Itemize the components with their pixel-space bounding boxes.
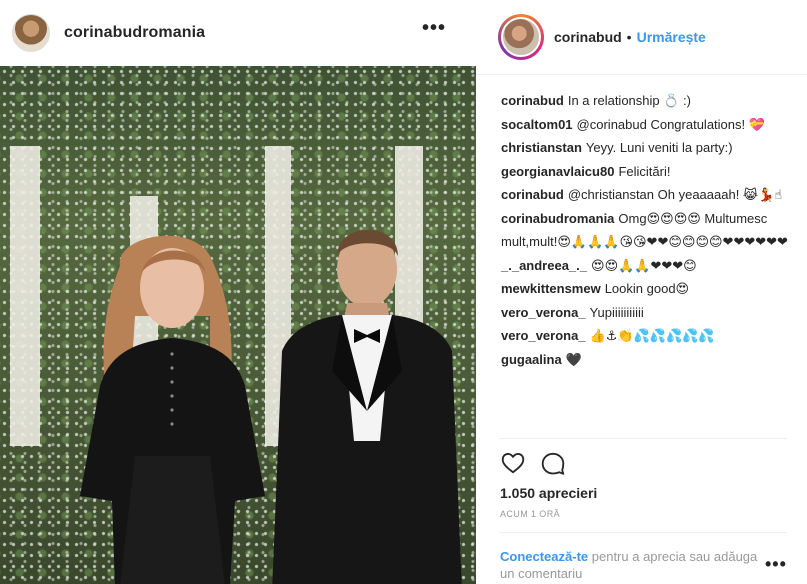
separator-dot: • [626, 29, 632, 45]
comment: gugaalina 🖤 [501, 348, 791, 372]
section-divider [499, 438, 787, 439]
comment-username[interactable]: christianstan [501, 140, 582, 155]
comment-text: Yeyy. Luni veniti la party:) [585, 140, 733, 155]
comment-text: @corinabud Congratulations! 💝 [576, 116, 765, 132]
heart-outline-icon[interactable] [500, 450, 526, 476]
woman-figure [80, 235, 265, 584]
login-prompt: Conectează-te pentru a aprecia sau adăug… [500, 548, 770, 582]
comment: _._andreea_._ 😍😍🙏🙏❤❤❤😊 [501, 254, 791, 278]
story-ring[interactable] [498, 14, 544, 60]
post-timestamp: ACUM 1 ORĂ [500, 509, 561, 519]
comment: vero_verona_ Yupiiiiiiiiiii [501, 301, 791, 325]
comment: corinabud In a relationship 💍 :) [501, 89, 791, 113]
more-options-icon[interactable]: ••• [765, 555, 787, 573]
comment-username[interactable]: georgianavlaicu80 [501, 164, 614, 179]
comment: corinabud @christianstan Oh yeaaaaah! 😹💃☝ [501, 183, 791, 207]
comment: vero_verona_ 👍⚓👏💦💦💦💦💦 [501, 324, 791, 348]
comment-username[interactable]: _._andreea_._ [501, 258, 587, 273]
comment-text: Lookin good😍 [604, 281, 690, 296]
post-header: corinabudromania ••• [0, 0, 476, 66]
comment: christianstan Yeyy. Luni veniti la party:… [501, 136, 791, 160]
more-options-icon[interactable]: ••• [422, 18, 446, 38]
post-author-username[interactable]: corinabudromania [64, 24, 205, 42]
comment-text: 👍⚓👏💦💦💦💦💦 [589, 328, 715, 343]
post-photo[interactable] [0, 66, 476, 584]
avatar[interactable] [501, 17, 541, 57]
post-actions [500, 450, 566, 476]
comment: corinabudromania Omg😍😍😍😍 Multumesc mult,m… [501, 207, 791, 254]
comment-username[interactable]: socaltom01 [501, 117, 573, 132]
comment-username[interactable]: vero_verona_ [501, 305, 586, 320]
comment-text: 🖤 [565, 351, 582, 367]
comment: georgianavlaicu80 Felicitări! [501, 160, 791, 184]
comment-username[interactable]: gugaalina [501, 352, 562, 367]
login-link[interactable]: Conectează-te [500, 549, 588, 564]
avatar[interactable] [12, 14, 50, 52]
sidebar-header: corinabud • Urmărește [476, 0, 807, 75]
comment-username[interactable]: corinabud [501, 187, 564, 202]
comment: mewkittensmew Lookin good😍 [501, 277, 791, 301]
account-username[interactable]: corinabud [554, 29, 622, 45]
speech-bubble-icon[interactable] [540, 450, 566, 476]
comment-username[interactable]: mewkittensmew [501, 281, 601, 296]
comment-text: 😍😍🙏🙏❤❤❤😊 [591, 257, 697, 273]
instagram-post-page: corinabudromania ••• corinabud • Urmăreș… [0, 0, 807, 584]
comment-text: In a relationship 💍 :) [567, 93, 691, 108]
likes-count[interactable]: 1.050 aprecieri [500, 485, 597, 501]
follow-button[interactable]: Urmărește [637, 29, 706, 45]
comment-text: Felicitări! [618, 163, 671, 179]
comment-text: Yupiiiiiiiiiii [589, 304, 644, 320]
comments-list: corinabud In a relationship 💍 :) socaltom… [501, 89, 791, 371]
comment-username[interactable]: corinabud [501, 93, 564, 108]
comment-text: @christianstan Oh yeaaaaah! 😹💃☝ [567, 187, 783, 202]
man-figure [272, 229, 462, 584]
wall-letter [10, 146, 40, 446]
comment-username[interactable]: corinabudromania [501, 211, 614, 226]
section-divider [499, 532, 787, 533]
comment: socaltom01 @corinabud Congratulations! 💝 [501, 113, 791, 137]
comment-username[interactable]: vero_verona_ [501, 328, 586, 343]
